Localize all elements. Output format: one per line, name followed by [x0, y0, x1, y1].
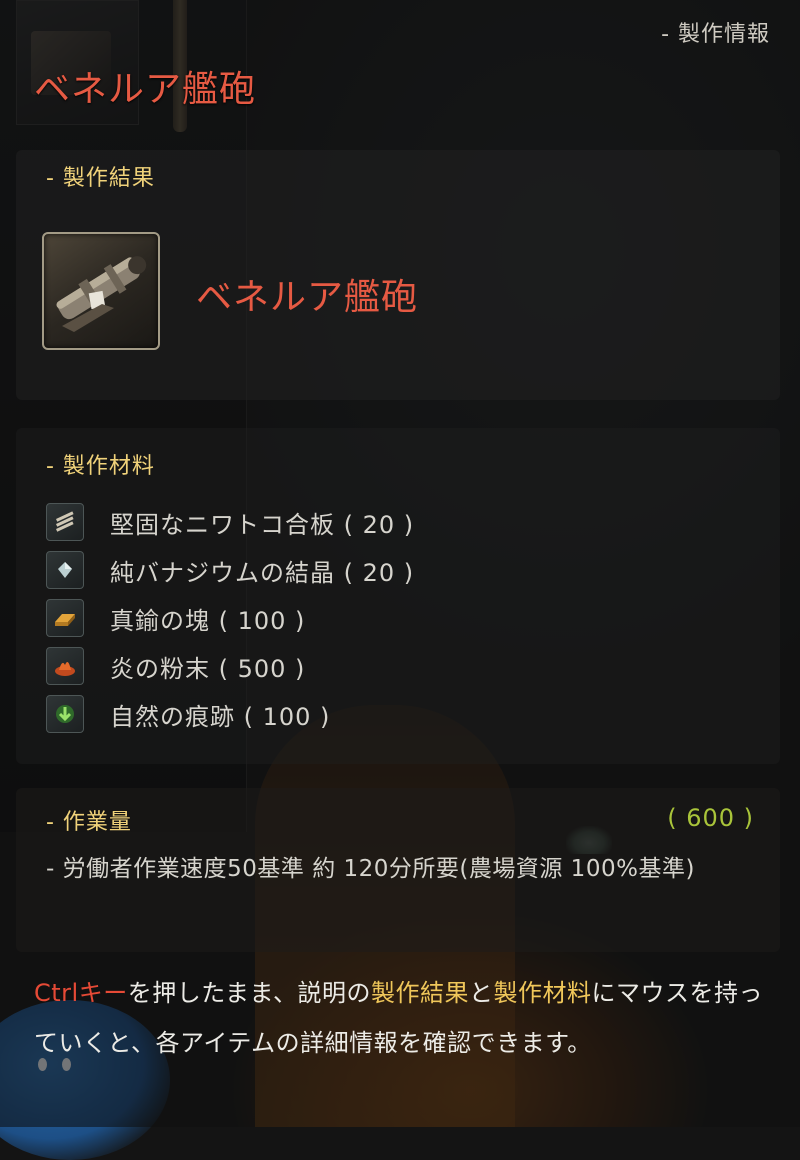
crafting-info-tooltip: - 製作情報 ベネルア艦砲 - 製作結果 ベネルア艦砲 - 製作材料 堅固なニワ…	[0, 0, 800, 1127]
brass-ingot-icon[interactable]	[46, 599, 84, 637]
usage-hint: Ctrlキーを押したまま、説明の製作結果と製作材料にマウスを持っていくと、各アイ…	[34, 968, 774, 1068]
workload-section-label: - 作業量	[46, 810, 132, 835]
hint-ctrl-key: Ctrlキー	[34, 979, 128, 1007]
material-item[interactable]: 堅固なニワトコ合板 ( 20 )	[46, 498, 414, 546]
material-item[interactable]: 純バナジウムの結晶 ( 20 )	[46, 546, 414, 594]
crafting-info-header: - 製作情報	[661, 22, 770, 47]
materials-list: 堅固なニワトコ合板 ( 20 ) 純バナジウムの結晶 ( 20 ) 真鍮の塊 (…	[46, 498, 414, 738]
hint-text-part2: と	[469, 979, 494, 1007]
material-name: 炎の粉末 ( 500 )	[110, 654, 306, 683]
materials-section-label[interactable]: - 製作材料	[46, 448, 155, 480]
material-item[interactable]: 炎の粉末 ( 500 )	[46, 642, 414, 690]
cannon-icon[interactable]	[42, 232, 160, 350]
material-name: 真鍮の塊 ( 100 )	[110, 606, 306, 635]
result-item-name[interactable]: ベネルア艦砲	[196, 268, 418, 320]
plywood-icon[interactable]	[46, 503, 84, 541]
fire-powder-icon[interactable]	[46, 647, 84, 685]
material-item[interactable]: 真鍮の塊 ( 100 )	[46, 594, 414, 642]
hint-text-part1: を押したまま、説明の	[127, 979, 372, 1007]
material-name: 堅固なニワトコ合板 ( 20 )	[110, 510, 415, 539]
workload-value: ( 600 )	[667, 804, 754, 832]
hint-materials-word: 製作材料	[493, 979, 592, 1007]
result-section-label[interactable]: - 製作結果	[46, 160, 155, 192]
item-title: ベネルア艦砲	[34, 69, 257, 110]
workload-description: - 労働者作業速度50基準 約 120分所要(農場資源 100%基準)	[46, 856, 695, 882]
material-name: 純バナジウムの結晶 ( 20 )	[110, 558, 415, 587]
nature-trace-icon[interactable]	[46, 695, 84, 733]
hint-result-word: 製作結果	[371, 979, 470, 1007]
material-name: 自然の痕跡 ( 100 )	[110, 702, 331, 731]
crystal-icon[interactable]	[46, 551, 84, 589]
material-item[interactable]: 自然の痕跡 ( 100 )	[46, 690, 414, 738]
